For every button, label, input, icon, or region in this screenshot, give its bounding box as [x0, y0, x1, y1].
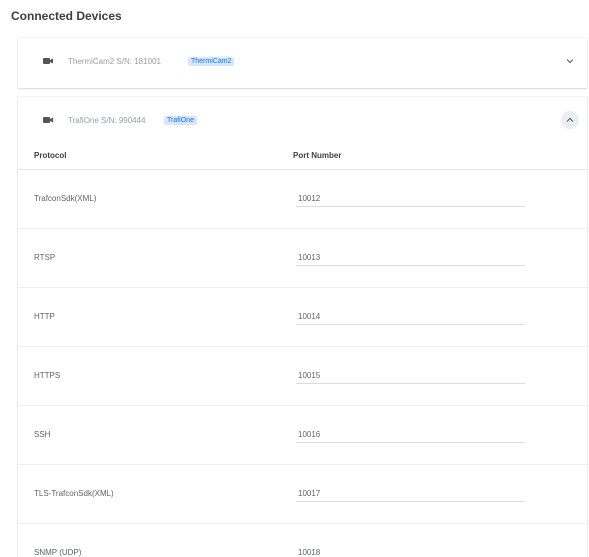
table-header: Protocol Port Number [18, 143, 587, 170]
protocol-cell: HTTPS [34, 371, 61, 380]
port-number-field[interactable] [296, 485, 525, 502]
chevron-up-icon [566, 117, 574, 122]
protocol-cell: HTTP [34, 312, 55, 321]
port-number-field[interactable] [296, 190, 525, 207]
port-table: Protocol Port Number TrafconSdk(XML) RTS… [18, 143, 587, 557]
protocol-cell: TrafconSdk(XML) [34, 194, 97, 203]
camera-icon [43, 117, 53, 123]
port-number-field[interactable] [296, 426, 525, 443]
protocol-cell: RTSP [34, 253, 56, 262]
device-card-trafione: TrafiOne S/N: 990444 TrafiOne Protocol P… [18, 97, 587, 557]
device-header-thermicam[interactable]: ThermiCam2 S/N: 181001 ThermiCam2 [18, 38, 587, 84]
device-type-badge: TrafiOne [164, 115, 197, 125]
table-row: TrafconSdk(XML) [18, 170, 587, 229]
device-type-badge: ThermiCam2 [188, 56, 235, 66]
table-row: HTTP [18, 288, 587, 347]
table-row: RTSP [18, 229, 587, 288]
port-number-field[interactable] [296, 544, 525, 557]
table-row: TLS-TrafconSdk(XML) [18, 465, 587, 524]
port-number-field[interactable] [296, 367, 525, 384]
protocol-cell: TLS-TrafconSdk(XML) [34, 489, 114, 498]
table-row: HTTPS [18, 347, 587, 406]
collapse-button[interactable] [561, 111, 579, 129]
port-column-header: Port Number [293, 151, 342, 160]
camera-icon [43, 58, 53, 64]
protocol-cell: SNMP (UDP) [34, 548, 82, 557]
port-number-field[interactable] [296, 249, 525, 266]
protocol-cell: SSH [34, 430, 51, 439]
table-row: SSH [18, 406, 587, 465]
device-name: TrafiOne S/N: 990444 [68, 115, 146, 125]
device-header-trafione[interactable]: TrafiOne S/N: 990444 TrafiOne [18, 97, 587, 143]
page-title: Connected Devices [11, 9, 122, 23]
device-card-thermicam: ThermiCam2 S/N: 181001 ThermiCam2 [18, 38, 587, 88]
chevron-down-icon[interactable] [565, 56, 575, 66]
port-number-field[interactable] [296, 308, 525, 325]
connected-devices-page: Connected Devices ThermiCam2 S/N: 181001… [0, 0, 589, 557]
protocol-column-header: Protocol [34, 151, 67, 160]
table-row: SNMP (UDP) [18, 524, 587, 557]
device-name: ThermiCam2 S/N: 181001 [68, 56, 161, 66]
